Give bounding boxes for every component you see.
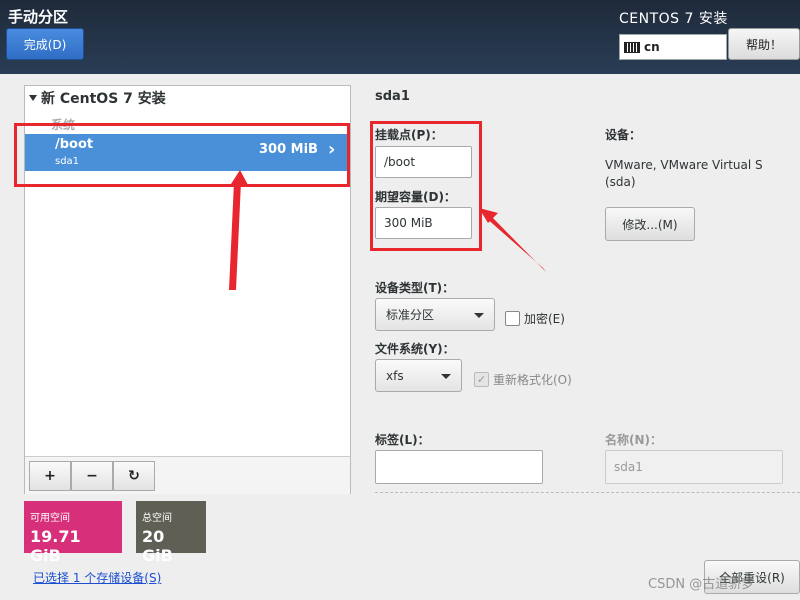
annotation-arrow-left [229,170,248,290]
annotation-arrows [229,170,546,290]
annotation-arrow-right [479,208,546,272]
